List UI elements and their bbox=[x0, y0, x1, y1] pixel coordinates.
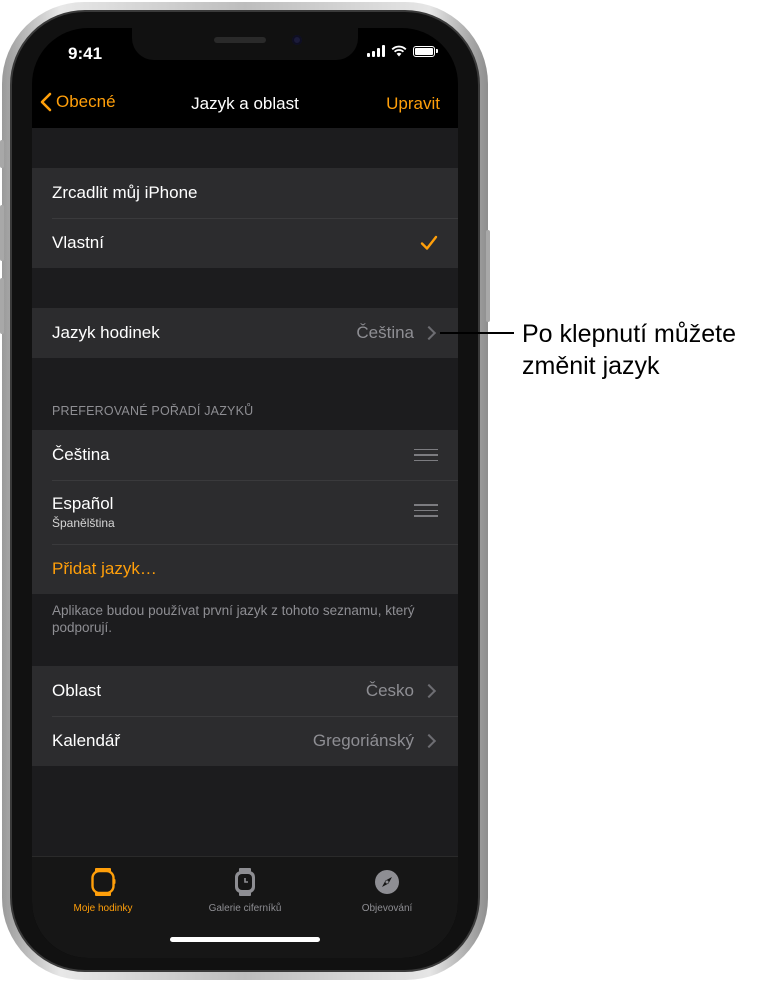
watch-icon bbox=[91, 868, 116, 896]
compass-icon bbox=[375, 870, 399, 894]
battery-tip bbox=[436, 49, 438, 53]
callout-leader-line bbox=[440, 332, 514, 334]
tab-discover[interactable]: Objevování bbox=[322, 867, 452, 914]
region-value: Česko bbox=[365, 681, 414, 700]
tab-my-watch[interactable]: Moje hodinky bbox=[38, 867, 168, 914]
power-button bbox=[486, 230, 490, 322]
watch-language-row[interactable]: Jazyk hodinek Čeština bbox=[32, 308, 458, 358]
chevron-right-icon bbox=[421, 683, 437, 699]
tab-face-gallery[interactable]: Galerie ciferníků bbox=[180, 867, 310, 914]
language-label: Español bbox=[52, 494, 114, 513]
watch-face-icon bbox=[235, 868, 255, 896]
battery-icon bbox=[413, 45, 435, 57]
mute-switch bbox=[0, 140, 4, 168]
calendar-label: Kalendář bbox=[52, 731, 121, 750]
tab-discover-label: Objevování bbox=[361, 903, 413, 914]
front-camera bbox=[292, 35, 302, 45]
settings-list: Zrcadlit můj iPhone Vlastní Jazyk hodine… bbox=[32, 128, 458, 856]
calendar-value: Gregoriánský bbox=[312, 731, 414, 750]
language-sublabel: Španělština bbox=[52, 516, 115, 530]
reorder-handle-icon[interactable] bbox=[414, 504, 438, 517]
custom-row[interactable]: Vlastní bbox=[32, 218, 458, 268]
status-time: 9:41 bbox=[68, 44, 103, 63]
chevron-right-icon bbox=[421, 733, 437, 749]
language-row-espanol[interactable]: Español Španělština bbox=[32, 480, 458, 544]
preferred-languages-group: Čeština Español Španělština Přidat jazyk… bbox=[32, 430, 458, 594]
chevron-right-icon bbox=[421, 325, 437, 341]
tab-face-gallery-label: Galerie ciferníků bbox=[208, 903, 282, 914]
tab-my-watch-label: Moje hodinky bbox=[73, 903, 133, 914]
edit-button[interactable]: Upravit bbox=[386, 94, 440, 114]
speaker-grille bbox=[214, 37, 266, 43]
reorder-handle-icon[interactable] bbox=[414, 448, 438, 462]
callout-text: Po klepnutí můžete změnit jazyk bbox=[522, 320, 737, 380]
preferred-languages-header: PREFEROVANÉ POŘADÍ JAZYKŮ bbox=[52, 404, 254, 418]
region-row[interactable]: Oblast Česko bbox=[32, 666, 458, 716]
region-group: Oblast Česko Kalendář Gregoriánský bbox=[32, 666, 458, 766]
calendar-row[interactable]: Kalendář Gregoriánský bbox=[32, 716, 458, 766]
volume-up-button bbox=[0, 205, 4, 261]
checkmark-icon bbox=[420, 235, 438, 250]
home-indicator[interactable] bbox=[170, 937, 320, 942]
notch bbox=[132, 28, 358, 60]
region-label: Oblast bbox=[52, 681, 102, 700]
volume-down-button bbox=[0, 278, 4, 334]
add-language-label: Přidat jazyk… bbox=[52, 559, 157, 578]
mirror-iphone-label: Zrcadlit můj iPhone bbox=[52, 183, 198, 202]
add-language-button[interactable]: Přidat jazyk… bbox=[32, 544, 458, 594]
mirror-iphone-row[interactable]: Zrcadlit můj iPhone bbox=[32, 168, 458, 218]
status-icons bbox=[367, 45, 438, 57]
watch-language-value: Čeština bbox=[356, 323, 414, 342]
language-row-cestina[interactable]: Čeština bbox=[32, 430, 458, 480]
mirror-group: Zrcadlit můj iPhone Vlastní bbox=[32, 168, 458, 268]
watch-language-group: Jazyk hodinek Čeština bbox=[32, 308, 458, 358]
language-label: Čeština bbox=[52, 445, 110, 464]
custom-label: Vlastní bbox=[52, 233, 104, 252]
languages-footer-note: Aplikace budou používat první jazyk z to… bbox=[52, 603, 415, 635]
navigation-bar: Obecné Jazyk a oblast Upravit bbox=[32, 84, 458, 124]
wifi-icon bbox=[391, 45, 407, 57]
phone-screen: 9:41 Obecné Jazyk a oblast Upravit Zrcad… bbox=[32, 28, 458, 958]
watch-language-label: Jazyk hodinek bbox=[52, 323, 160, 342]
signal-icon bbox=[367, 45, 385, 57]
tab-bar: Moje hodinky Galerie ciferníků Objevován… bbox=[32, 856, 458, 958]
